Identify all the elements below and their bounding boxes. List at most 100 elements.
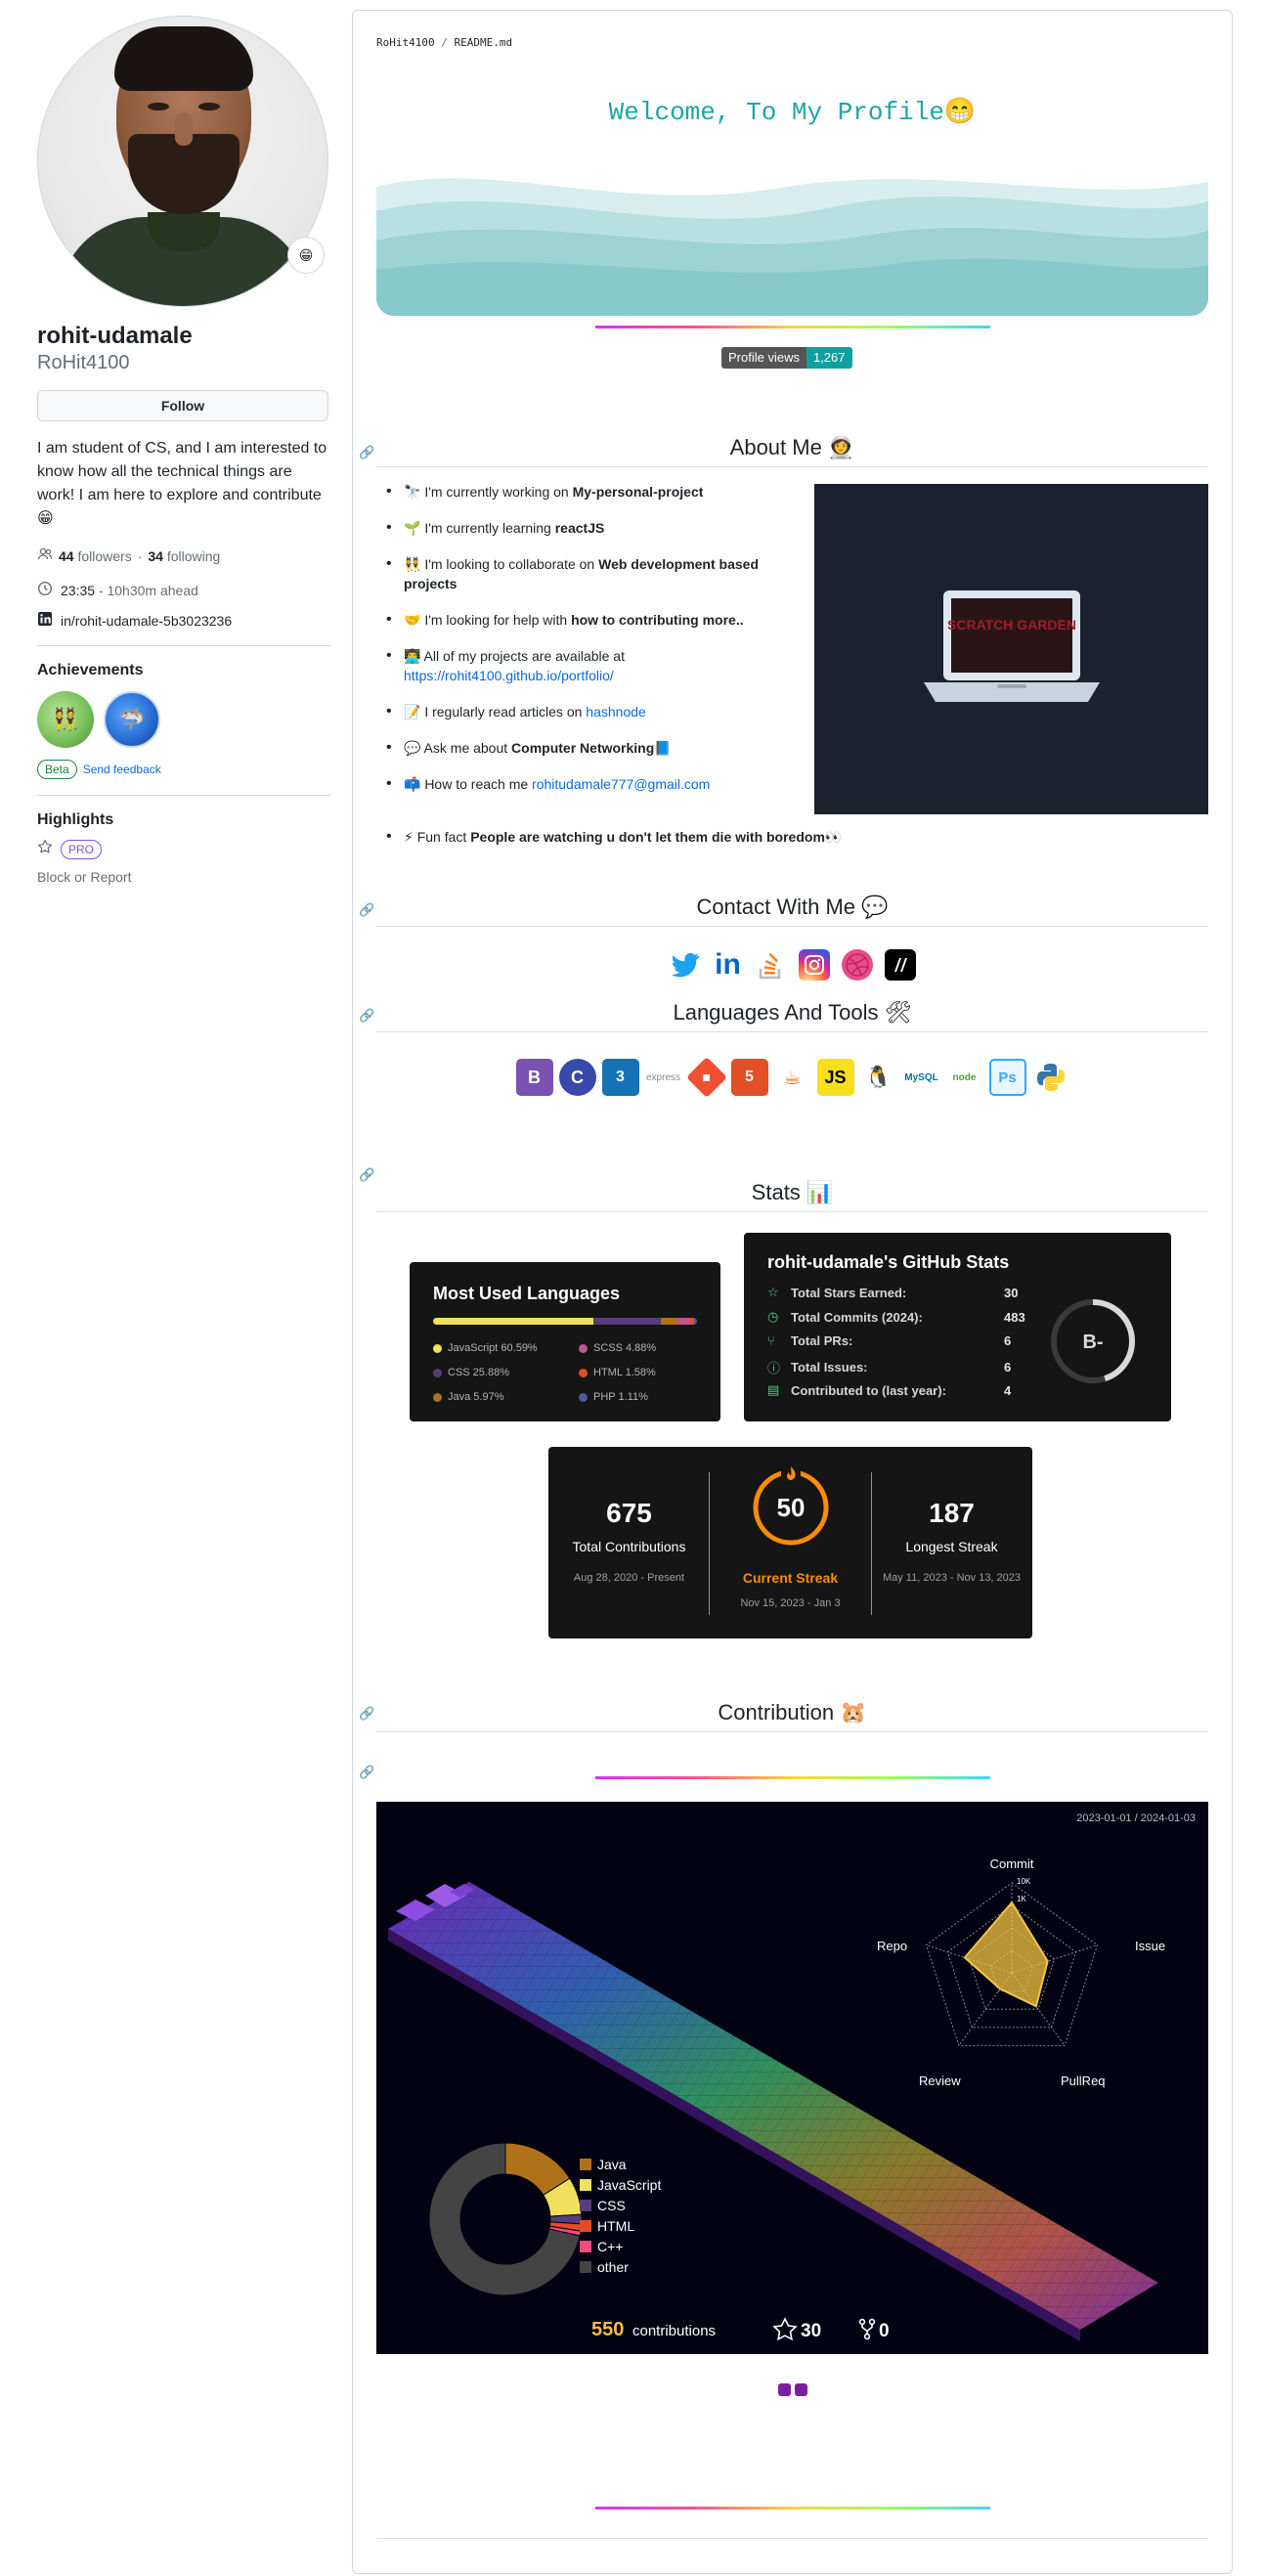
avatar[interactable]: [37, 16, 328, 307]
fork-icon: [858, 2318, 876, 2340]
clock-icon: [37, 581, 53, 599]
contrib-stars: 30: [801, 2321, 821, 2341]
stackoverflow-icon[interactable]: [756, 949, 787, 981]
welcome-heading: Welcome, To My Profile😁: [608, 98, 977, 127]
stat-row: ⓘ Total Issues: 6: [767, 1360, 1012, 1375]
langs-card-title: Most Used Languages: [433, 1284, 621, 1303]
link-anchor-icon[interactable]: 🔗: [359, 1008, 374, 1024]
radar-tick: 1K: [1017, 1895, 1026, 1903]
css3-icon: 3: [601, 1059, 639, 1096]
contribution-3d-graph: 2023-01-01 / 2024-01-03 Commit Issue Pul…: [376, 1802, 1208, 2354]
link-anchor-icon[interactable]: 🔗: [359, 1706, 374, 1722]
lang-legend-item: JavaScript 60.59%: [433, 1342, 538, 1354]
pair-extraordinaire-badge-icon[interactable]: 👯: [37, 691, 94, 748]
avatar-eye-left: [148, 103, 169, 110]
radar-area: [963, 1900, 1049, 2008]
following-link[interactable]: 34 following: [148, 548, 220, 564]
about-heading: About Me 👩‍🚀: [376, 435, 1208, 467]
profile-bio: I am student of CS, and I am interested …: [37, 440, 327, 527]
languages-heading: Languages And Tools 🛠: [376, 1000, 1208, 1032]
people-icon: [37, 546, 53, 565]
total-contrib-col: 675 Total Contributions Aug 28, 2020 - P…: [572, 1498, 686, 1584]
link-anchor-icon[interactable]: 🔗: [359, 1765, 374, 1780]
link-anchor-icon[interactable]: 🔗: [359, 1167, 374, 1183]
beta-feedback-row: Beta Send feedback: [37, 760, 330, 779]
bottom-divider: [376, 2538, 1208, 2539]
contact-heading: Contact With Me 💬: [376, 895, 1208, 927]
readme-path-file[interactable]: README.md: [454, 36, 512, 49]
linux-icon: 🐧: [864, 1065, 893, 1089]
fun-fact: ⚡ Fun fact People are watching u don't l…: [386, 827, 842, 847]
most-used-languages-card: Most Used Languages JavaScript 60.59% CS…: [410, 1262, 720, 1421]
highlights-heading: Highlights: [37, 811, 114, 828]
linkedin-social-icon[interactable]: in: [713, 948, 744, 981]
donut-legend: Java JavaScript CSS HTML C++ other: [580, 2157, 661, 2275]
rank-ring: B-: [1051, 1299, 1135, 1383]
java-icon: ☕: [783, 1067, 802, 1089]
send-feedback-link[interactable]: Send feedback: [83, 763, 161, 776]
longest-streak-col: 187 Longest Streak May 11, 2023 - Nov 13…: [882, 1498, 1022, 1584]
block-report-link[interactable]: Block or Report: [37, 869, 330, 885]
list-item: 🌱 I'm currently learning reactJS: [382, 518, 773, 538]
list-item: 💬 Ask me about Computer Networking📘: [382, 738, 773, 758]
rainbow-divider: [595, 1776, 990, 1779]
followers-link[interactable]: 44 followers: [59, 548, 132, 564]
linkedin-icon: [37, 611, 53, 630]
github-stats-card: rohit-udamale's GitHub Stats ☆ Total Star…: [744, 1233, 1171, 1421]
svg-text:CSS: CSS: [597, 2198, 626, 2213]
contrib-count: 550: [591, 2319, 624, 2340]
status-emoji-icon[interactable]: 😁: [287, 237, 325, 274]
follow-button[interactable]: Follow: [37, 390, 328, 421]
radar-label: Repo: [877, 1939, 907, 1953]
readme-path-user[interactable]: RoHit4100: [376, 36, 435, 49]
javascript-icon: JS: [816, 1059, 854, 1096]
stat-row: ▤ Contributed to (last year): 4: [767, 1382, 1012, 1398]
star-icon: [772, 2317, 798, 2341]
list-item: 👯 I'm looking to collaborate on Web deve…: [382, 554, 773, 593]
github-stats-title: rohit-udamale's GitHub Stats: [767, 1252, 1010, 1272]
profile-views-badge: Profile views 1,267: [721, 347, 852, 369]
radar-chart: [925, 1882, 1099, 2046]
contribution-heading: Contribution 🐹: [376, 1700, 1208, 1732]
scratch-text: SCRATCH GARDEN: [947, 617, 1076, 633]
svg-text:other: other: [597, 2259, 629, 2275]
streak-ring: 50: [753, 1464, 829, 1546]
hashnode-link[interactable]: hashnode: [586, 704, 646, 720]
issue-icon: ⓘ: [767, 1361, 781, 1375]
express-icon: express: [645, 1071, 680, 1083]
social-icons: in: [353, 948, 1232, 981]
pull-shark-badge-icon[interactable]: 🦈: [104, 691, 160, 748]
follow-counts: 44 followers · 34 following: [37, 546, 330, 565]
achievements-heading[interactable]: Achievements: [37, 662, 330, 679]
portfolio-link[interactable]: https://rohit4100.github.io/portfolio/: [404, 668, 614, 683]
radar-label: Commit: [990, 1856, 1034, 1871]
list-item: 🔭 I'm currently working on My-personal-p…: [382, 482, 773, 502]
avatar-hair: [114, 26, 253, 91]
contrib-date-range: 2023-01-01 / 2024-01-03: [1076, 1812, 1196, 1824]
rainbow-divider: [595, 326, 990, 328]
link-anchor-icon[interactable]: 🔗: [359, 445, 374, 460]
lang-bar-segment: [433, 1318, 593, 1325]
history-icon: ◷: [767, 1309, 779, 1324]
list-item: 📝 I regularly read articles on hashnode: [382, 702, 773, 721]
link-anchor-icon[interactable]: 🔗: [359, 902, 374, 918]
tool-icons: B C 3 express ◆ 5 ☕ JS 🐧 MySQL node Ps: [353, 1057, 1232, 1098]
dribbble-icon[interactable]: [841, 949, 873, 981]
twitter-icon[interactable]: [670, 949, 701, 981]
git-icon: ◆: [685, 1057, 727, 1098]
avatar-beard: [128, 134, 240, 214]
instagram-icon[interactable]: [798, 949, 830, 981]
lang-legend-item: SCSS 4.88%: [579, 1342, 656, 1354]
linkedin-link[interactable]: in/rohit-udamale-5b3023236: [37, 611, 330, 630]
avatar-eye-right: [198, 103, 220, 110]
profile-sidebar: 😁 rohit-udamale RoHit4100 Follow I am st…: [37, 16, 330, 885]
pro-highlight: PRO: [37, 839, 330, 859]
avatar-nose: [175, 112, 193, 146]
lang-legend-item: Java 5.97%: [433, 1391, 503, 1403]
email-link[interactable]: rohitudamale777@gmail.com: [532, 776, 710, 792]
hashnode-icon[interactable]: [884, 949, 916, 981]
rainbow-divider: [595, 2507, 990, 2510]
langs-bar: [433, 1318, 697, 1325]
list-item: 🤝 I'm looking for help with how to contr…: [382, 610, 773, 630]
lang-bar-segment: [676, 1318, 690, 1325]
